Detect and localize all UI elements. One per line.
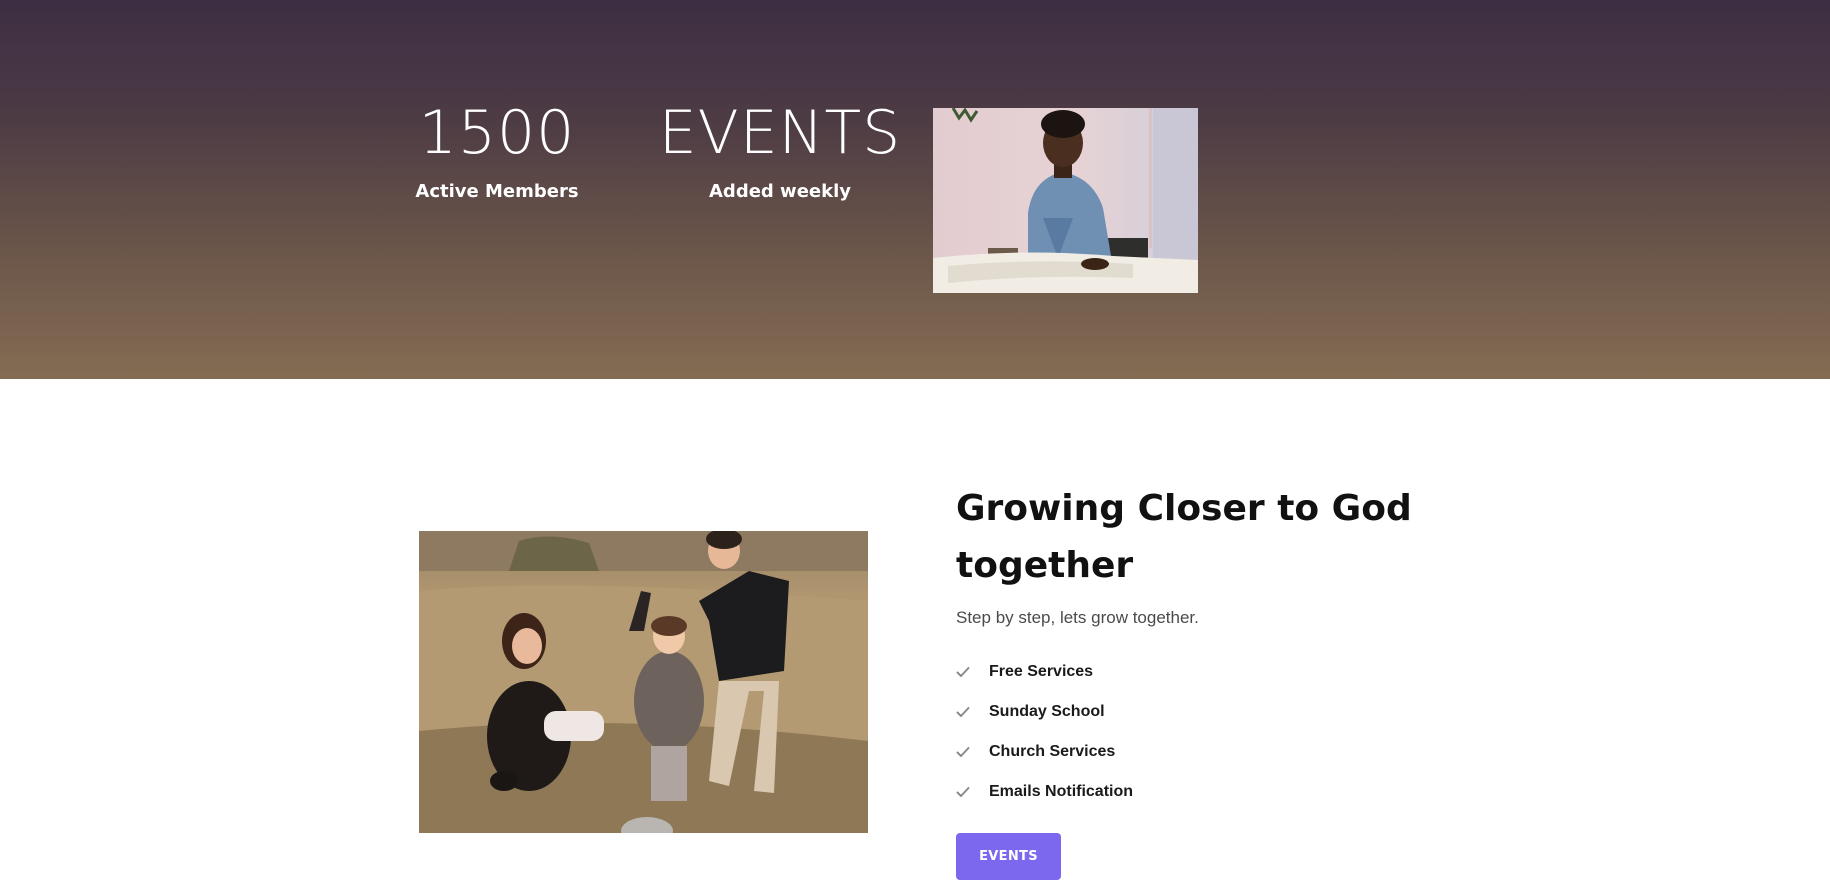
- events-button[interactable]: EVENTS: [956, 833, 1061, 880]
- section-heading: Growing Closer to God together: [956, 480, 1476, 594]
- feature-label: Church Services: [989, 743, 1116, 760]
- feature-list: Free Services Sunday School Church Servi…: [956, 652, 1476, 812]
- stat-label: Added weekly: [709, 181, 851, 202]
- heading-line-1: Growing Closer to God: [956, 488, 1412, 529]
- list-item: Sunday School: [956, 692, 1476, 732]
- list-item: Emails Notification: [956, 772, 1476, 812]
- list-item: Church Services: [956, 732, 1476, 772]
- section-subtitle: Step by step, lets grow together.: [956, 608, 1199, 627]
- feature-label: Emails Notification: [989, 783, 1134, 800]
- check-icon: [956, 787, 970, 797]
- family-photo: [419, 531, 868, 833]
- check-icon: [956, 707, 970, 717]
- reading-person-photo: [933, 108, 1198, 293]
- stats-hero: 1500 Active Members EVENTS Added weekly: [0, 0, 1830, 379]
- check-icon: [956, 667, 970, 677]
- heading-line-2: together: [956, 545, 1134, 586]
- feature-content: Growing Closer to God together Step by s…: [956, 480, 1476, 812]
- stat-value: EVENTS: [658, 98, 902, 168]
- feature-label: Free Services: [989, 663, 1094, 680]
- feature-label: Sunday School: [989, 703, 1105, 720]
- list-item: Free Services: [956, 652, 1476, 692]
- check-icon: [956, 747, 970, 757]
- stat-value: 1500: [418, 98, 576, 168]
- stat-active-members: 1500 Active Members: [412, 103, 582, 202]
- stat-events: EVENTS Added weekly: [650, 103, 910, 202]
- stat-label: Active Members: [415, 181, 579, 202]
